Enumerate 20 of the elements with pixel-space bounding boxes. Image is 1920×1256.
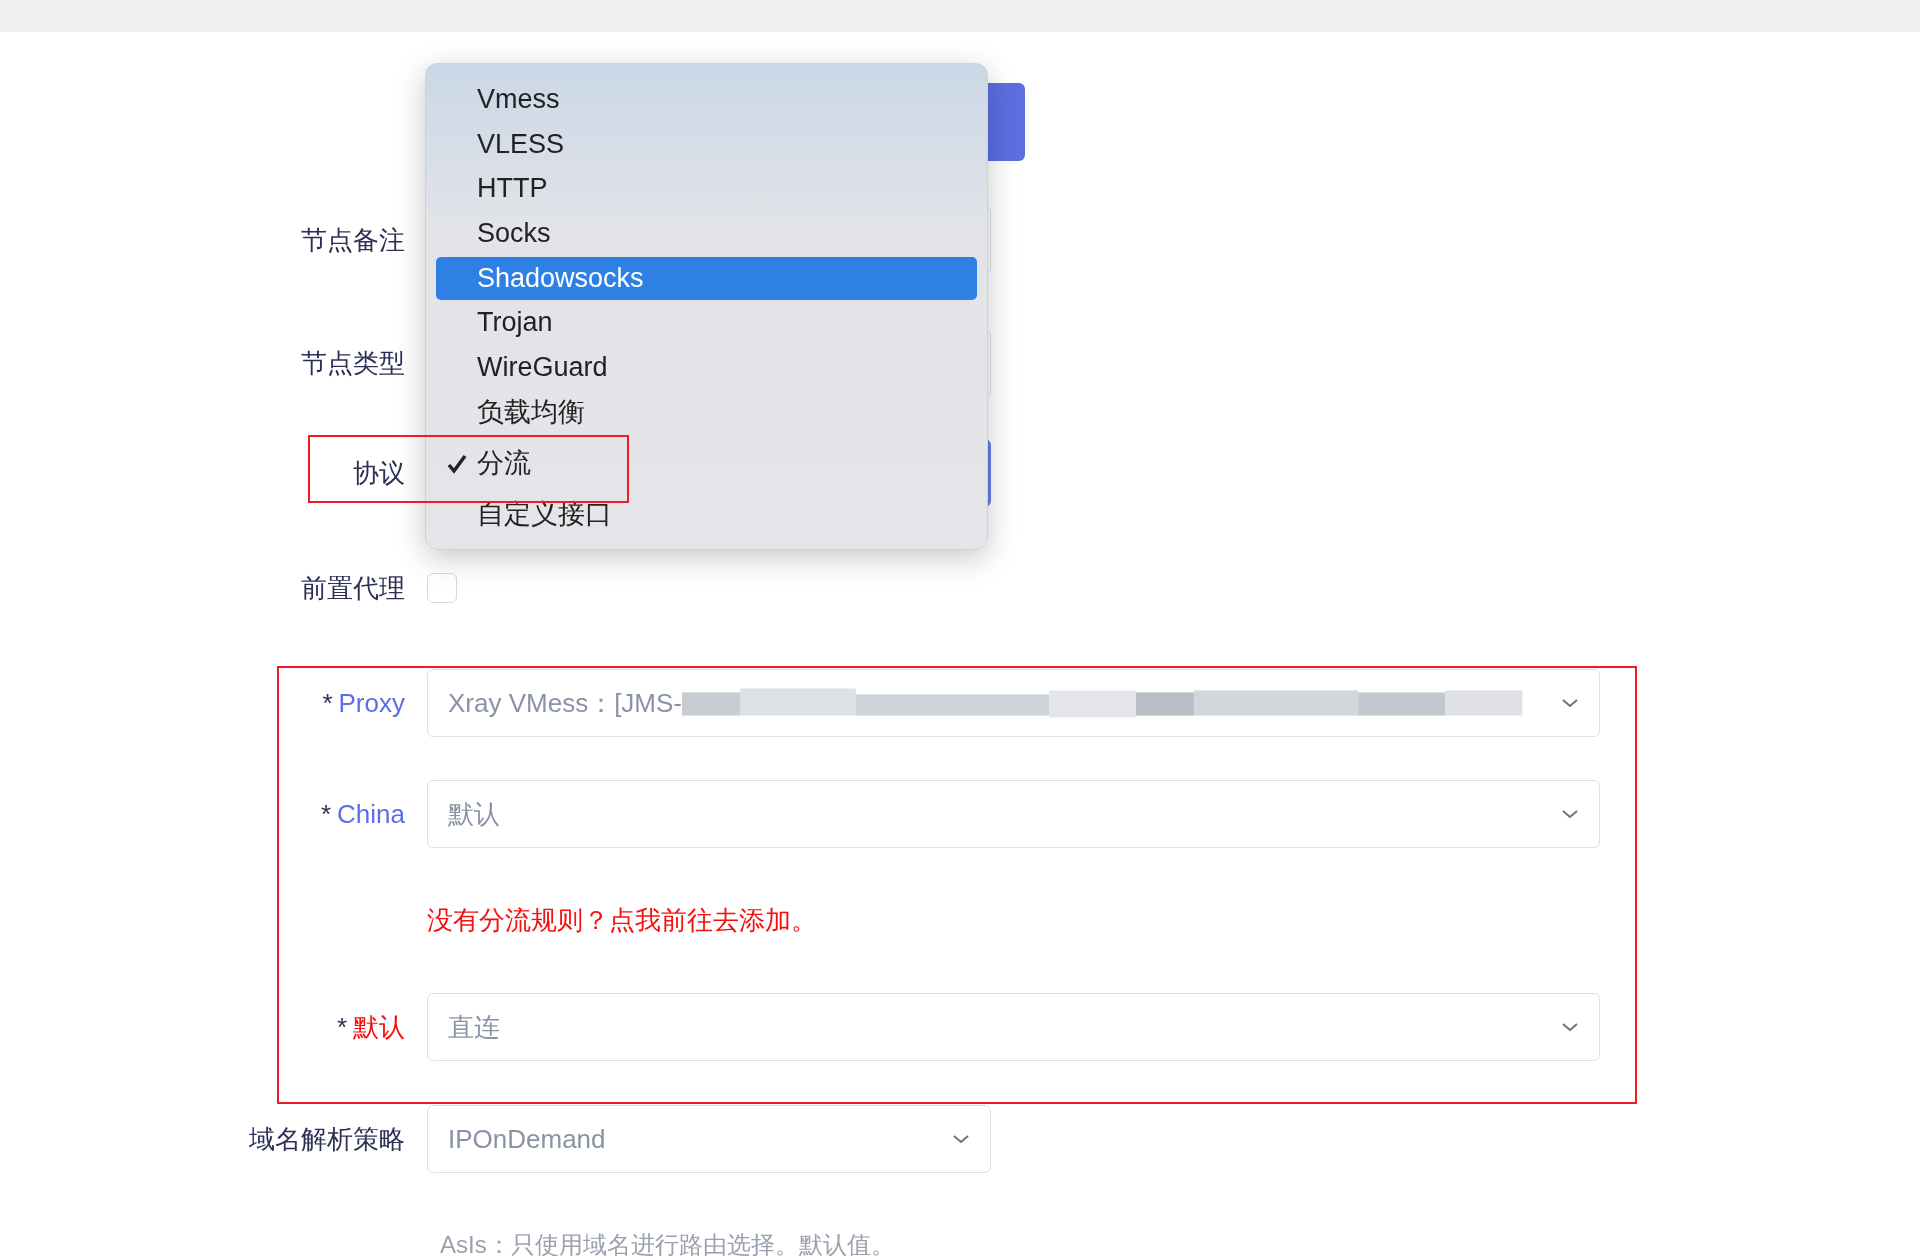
menu-item[interactable]: Socks bbox=[436, 212, 977, 255]
field-label: 节点类型 bbox=[301, 347, 405, 378]
hint-text: AsIs：只使用域名进行路由选择。默认值。 bbox=[440, 1230, 895, 1256]
menu-item[interactable]: HTTP bbox=[436, 167, 977, 211]
field-label: 前置代理 bbox=[301, 572, 405, 603]
menu-item[interactable]: WireGuard bbox=[436, 346, 977, 389]
menu-item[interactable]: Vmess bbox=[436, 78, 977, 121]
field-label: * Proxy bbox=[322, 687, 405, 718]
menu-item[interactable]: 自定义接口 bbox=[436, 492, 977, 536]
field-label: 节点备注 bbox=[301, 224, 405, 255]
menu-item[interactable]: 负载均衡 bbox=[436, 390, 977, 434]
field-label: * China bbox=[320, 798, 405, 829]
menu-item[interactable]: Shadowsocks bbox=[436, 256, 977, 300]
add-rule-link[interactable]: 没有分流规则？点我前往去添加。 bbox=[427, 902, 817, 938]
field-label: 域名解析策略 bbox=[249, 1123, 405, 1154]
field-label: 协议 bbox=[353, 457, 405, 488]
menu-item[interactable]: Trojan bbox=[436, 301, 977, 345]
menu-item[interactable]: 分流 bbox=[436, 441, 977, 485]
field-label: * 默认 bbox=[336, 1011, 405, 1042]
menu-item[interactable]: VLESS bbox=[436, 122, 977, 166]
